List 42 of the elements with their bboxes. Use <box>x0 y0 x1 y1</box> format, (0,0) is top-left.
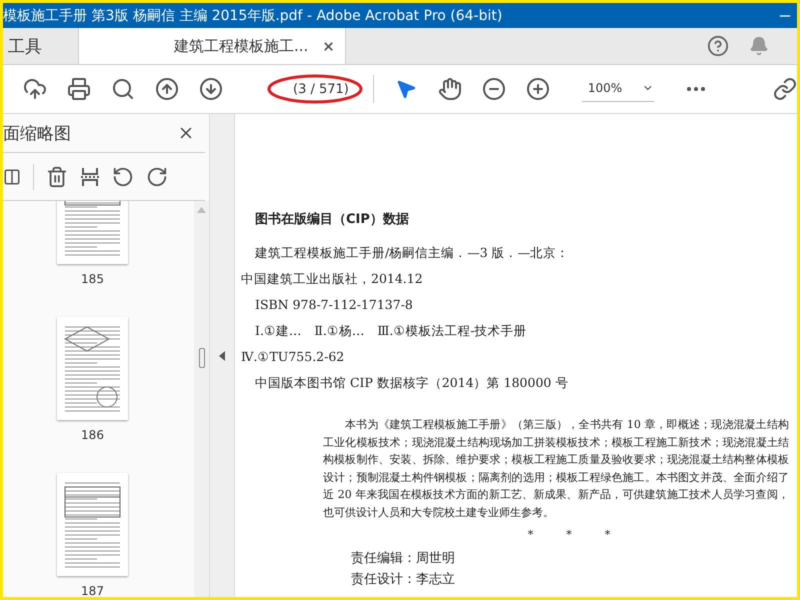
rotate-right-icon[interactable] <box>146 166 168 188</box>
collapse-arrow-icon <box>219 350 225 360</box>
page-thumbnail[interactable] <box>57 317 128 420</box>
hand-tool-button[interactable] <box>438 77 462 101</box>
trash-icon[interactable] <box>46 166 68 188</box>
options-icon[interactable] <box>3 168 21 186</box>
zoom-out-button[interactable] <box>482 77 506 101</box>
page-indicator: (3 / 571) <box>293 82 349 96</box>
upload-button[interactable] <box>23 77 47 101</box>
cip-line: 建筑工程模板施工手册/杨嗣信主编．—3 版．—北京： <box>255 244 570 262</box>
next-page-button[interactable] <box>199 77 223 101</box>
cip-line: Ⅰ.①建… Ⅱ.①杨… Ⅲ.①模板法工程-技术手册 <box>255 322 528 340</box>
help-icon[interactable] <box>707 35 729 57</box>
cip-line: 中国版本图书馆 CIP 数据核字（2014）第 180000 号 <box>255 374 570 392</box>
split-page-icon[interactable] <box>80 166 100 188</box>
credit-line: 责任编辑：周世明 <box>351 550 456 568</box>
link-button[interactable] <box>773 77 797 101</box>
page-number: 186 <box>81 428 104 442</box>
heading: 图书在版编目（CIP）数据 <box>255 210 410 228</box>
zoom-dropdown[interactable]: 100% <box>582 76 654 102</box>
tab[interactable]: 建筑工程模板施工... <box>78 28 346 64</box>
panel-title: 面缩略图 <box>3 122 71 144</box>
scrollbar[interactable] <box>194 201 209 597</box>
cip-line: 中国建筑工业出版社，2014.12 <box>241 270 424 288</box>
close-icon[interactable] <box>322 40 336 52</box>
cip-line: Ⅳ.①TU755.2-62 <box>241 348 346 366</box>
cip-line: ISBN 978-7-112-17137-8 <box>255 296 414 314</box>
summary-paragraph: 本书为《建筑工程模板施工手册》（第三版），全书共有 10 章，即概述；现浇混凝土结构工业化模板技术；现浇混凝土结构现场加工拼装模板技术；模板工程施工新技术；现浇混凝土结构模板制作、安装、拆除、维护要求；模板工程施工质量及验收要求；现浇混凝土结构整体模板设计；预制混凝土构件钢模板；隔离剂的选用；模板工程绿色施工。本书图文并茂、全面介绍了近 20 年来我国在模板技术方面的新工艺、新成果、新产品，可供建筑施工技术人员学习查阅，也可供设计人员和大专院校土建专业师生参考。 <box>323 417 789 520</box>
search-button[interactable] <box>111 77 135 101</box>
separator: * * * <box>526 527 612 542</box>
page-thumbnail[interactable] <box>57 473 128 576</box>
rotate-left-icon[interactable] <box>112 166 134 188</box>
previous-page-button[interactable] <box>155 77 179 101</box>
page-number: 187 <box>81 584 104 597</box>
print-button[interactable] <box>67 77 91 101</box>
more-icon <box>686 87 705 91</box>
credit-line: 责任设计：李志立 <box>351 571 456 589</box>
tab[interactable]: 工具 <box>3 28 78 64</box>
page-number: 185 <box>81 272 104 286</box>
window-title: 模板施工手册 第3版 杨嗣信 主编 2015年版.pdf - Adobe Acrobat Pro (64-bit) <box>3 6 502 24</box>
zoom-in-button[interactable] <box>526 77 550 101</box>
scroll-thumb[interactable] <box>198 348 204 368</box>
